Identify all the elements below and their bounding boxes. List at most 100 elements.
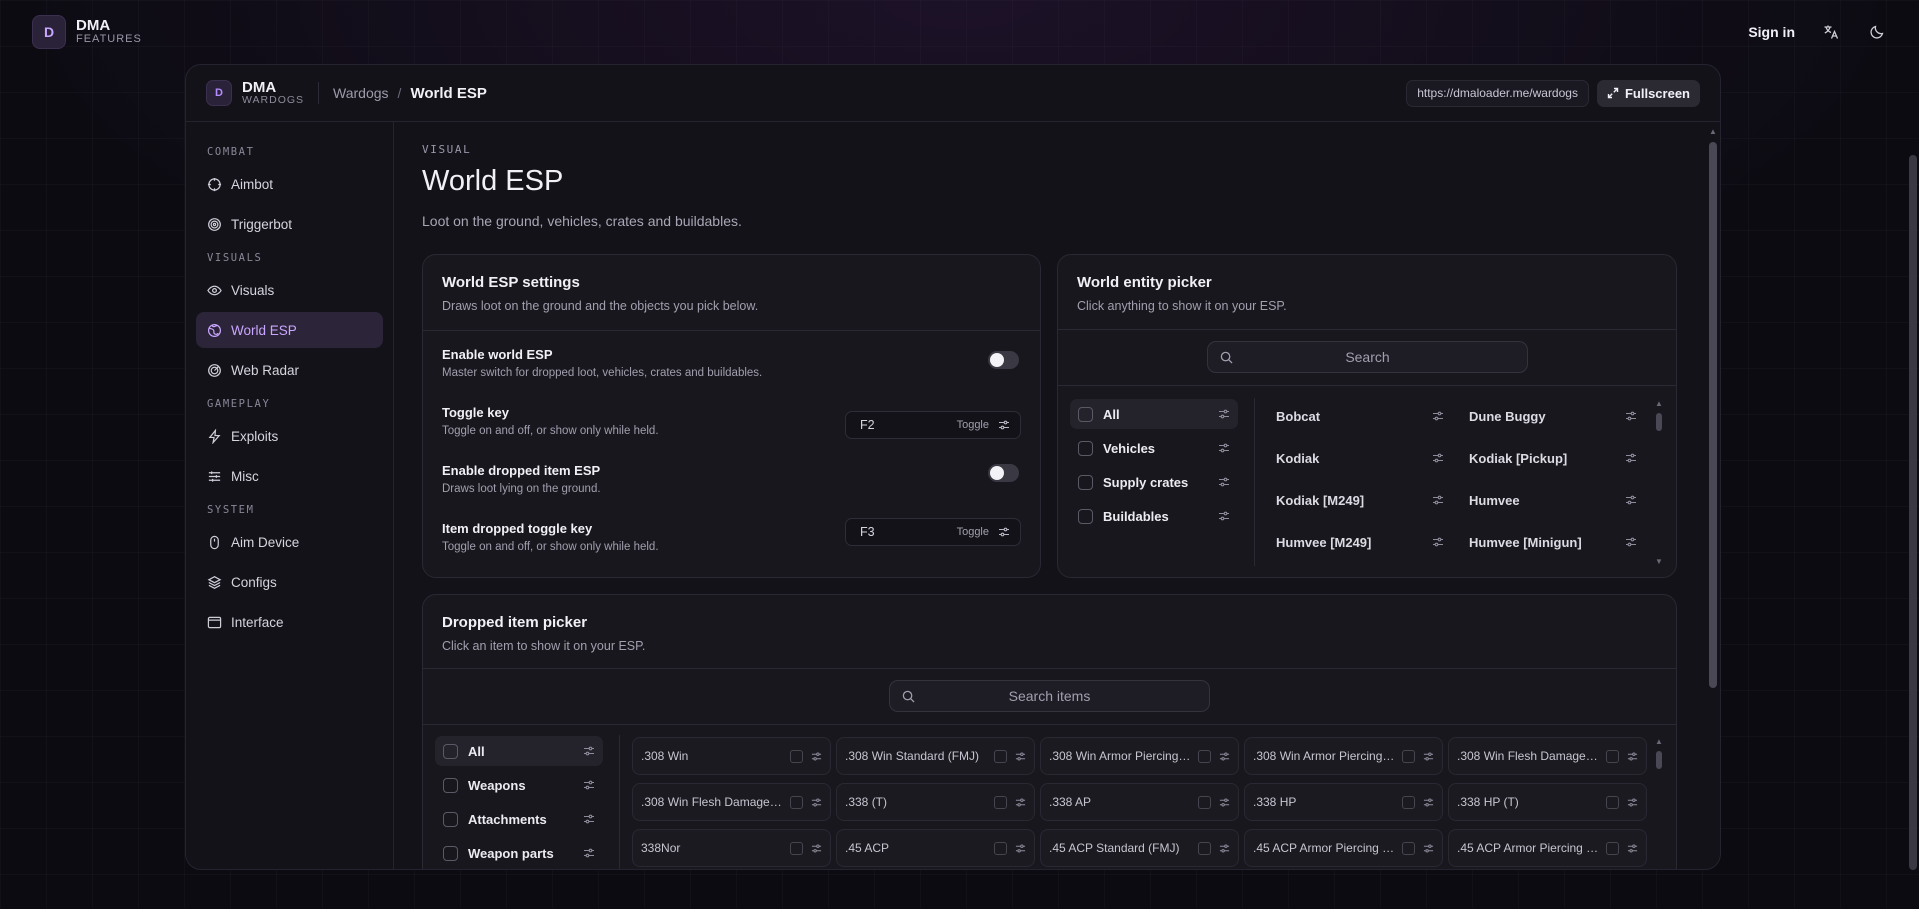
item-checkbox[interactable] [994,841,1007,855]
filter-icon[interactable] [1015,797,1026,808]
brand-logo[interactable]: D [32,15,66,49]
scroll-up-arrow[interactable]: ▲ [1654,737,1664,746]
page-scrollbar[interactable] [1905,0,1919,909]
filter-icon[interactable] [1218,476,1230,488]
category-checkbox[interactable] [1078,406,1093,422]
filter-icon[interactable] [1432,410,1444,422]
key-mode[interactable]: Toggle [957,526,989,538]
item-category-weapon-parts[interactable]: Weapon parts [435,838,603,868]
item-checkbox[interactable] [994,795,1007,809]
entity-item[interactable]: Kodiak [M249] [1276,486,1444,514]
filter-icon[interactable] [1625,410,1637,422]
item-cell[interactable]: .45 ACP Armor Piercing (AP) [1244,829,1443,867]
filter-icon[interactable] [583,745,595,757]
filter-icon[interactable] [1219,797,1230,808]
filter-icon[interactable] [1015,751,1026,762]
item-search-input[interactable]: Search items [889,680,1210,712]
filter-icon[interactable] [1627,751,1638,762]
brand-text[interactable]: DMA FEATURES [76,18,142,45]
entity-category-supply-crates[interactable]: Supply crates [1070,467,1238,497]
enable-world-esp-toggle[interactable] [988,351,1019,369]
item-cell[interactable]: .308 Win Flesh Damage (HP) [1448,737,1647,775]
item-cell[interactable]: .45 ACP Standard (FMJ) [1040,829,1239,867]
adjust-icon[interactable] [998,419,1010,431]
entity-item[interactable]: Bobcat [1276,402,1444,430]
filter-icon[interactable] [1423,797,1434,808]
adjust-icon[interactable] [998,526,1010,538]
filter-icon[interactable] [1432,536,1444,548]
entity-category-vehicles[interactable]: Vehicles [1070,433,1238,463]
sidebar-item-misc[interactable]: Misc [196,458,383,494]
filter-icon[interactable] [1625,452,1637,464]
category-checkbox[interactable] [443,811,458,827]
entity-scrollbar[interactable]: ▲ ▼ [1654,399,1664,569]
scroll-thumb[interactable] [1909,155,1917,870]
sidebar-item-aim-device[interactable]: Aim Device [196,524,383,560]
item-cell[interactable]: .308 Win Armor Piercing (AP) [1040,737,1239,775]
item-category-weapons[interactable]: Weapons [435,770,603,800]
item-checkbox[interactable] [1606,749,1619,763]
sidebar-item-configs[interactable]: Configs [196,564,383,600]
item-checkbox[interactable] [1402,841,1415,855]
category-checkbox[interactable] [1078,474,1093,490]
category-checkbox[interactable] [1078,508,1093,524]
filter-icon[interactable] [811,843,822,854]
item-checkbox[interactable] [1606,795,1619,809]
item-checkbox[interactable] [994,749,1007,763]
item-checkbox[interactable] [1198,795,1211,809]
key-mode[interactable]: Toggle [957,419,989,431]
item-category-attachments[interactable]: Attachments [435,804,603,834]
entity-category-buildables[interactable]: Buildables [1070,501,1238,531]
item-checkbox[interactable] [1402,795,1415,809]
item-cell[interactable]: .45 ACP Armor Piercing (Tracer) [1448,829,1647,867]
filter-icon[interactable] [583,847,595,859]
item-category-all[interactable]: All [435,736,603,766]
item-scrollbar[interactable]: ▲ [1654,737,1664,869]
item-checkbox[interactable] [1198,841,1211,855]
category-checkbox[interactable] [443,845,458,861]
filter-icon[interactable] [1423,751,1434,762]
filter-icon[interactable] [1627,797,1638,808]
sidebar-item-exploits[interactable]: Exploits [196,418,383,454]
entity-item[interactable]: Dune Buggy [1469,402,1637,430]
scroll-thumb[interactable] [1656,751,1662,769]
scroll-thumb[interactable] [1656,413,1662,431]
filter-icon[interactable] [1625,536,1637,548]
item-checkbox[interactable] [790,841,803,855]
item-cell[interactable]: .308 Win [632,737,831,775]
filter-icon[interactable] [1432,452,1444,464]
filter-icon[interactable] [811,797,822,808]
sidebar-item-interface[interactable]: Interface [196,604,383,640]
filter-icon[interactable] [583,779,595,791]
fullscreen-button[interactable]: Fullscreen [1596,79,1700,107]
filter-icon[interactable] [1218,510,1230,522]
entity-item[interactable]: Kodiak [Pickup] [1469,444,1637,472]
item-checkbox[interactable] [1606,841,1619,855]
breadcrumb-parent[interactable]: Wardogs [333,85,389,101]
item-cell[interactable]: .338 HP (T) [1448,783,1647,821]
sidebar-item-visuals[interactable]: Visuals [196,272,383,308]
sidebar-item-triggerbot[interactable]: Triggerbot [196,206,383,242]
scroll-up-arrow[interactable]: ▲ [1709,128,1717,136]
translate-icon[interactable] [1821,22,1841,42]
item-dropped-toggle-key-field[interactable]: F3 Toggle [845,518,1021,546]
scroll-thumb[interactable] [1709,142,1717,688]
item-cell[interactable]: .45 ACP [836,829,1035,867]
filter-icon[interactable] [1015,843,1026,854]
category-checkbox[interactable] [443,743,458,759]
main-scrollbar[interactable]: ▲ ▼ [1706,122,1720,869]
filter-icon[interactable] [1218,442,1230,454]
item-cell[interactable]: .338 HP [1244,783,1443,821]
sidebar-item-aimbot[interactable]: Aimbot [196,166,383,202]
item-cell[interactable]: .308 Win Armor Piercing (Tracer) [1244,737,1443,775]
filter-icon[interactable] [1219,751,1230,762]
scroll-up-arrow[interactable]: ▲ [1654,399,1664,408]
scroll-down-arrow[interactable]: ▼ [1654,557,1664,566]
item-cell[interactable]: .338 (T) [836,783,1035,821]
filter-icon[interactable] [1627,843,1638,854]
item-checkbox[interactable] [790,795,803,809]
item-checkbox[interactable] [1198,749,1211,763]
filter-icon[interactable] [1625,494,1637,506]
entity-item[interactable]: Kodiak [1276,444,1444,472]
item-checkbox[interactable] [1402,749,1415,763]
